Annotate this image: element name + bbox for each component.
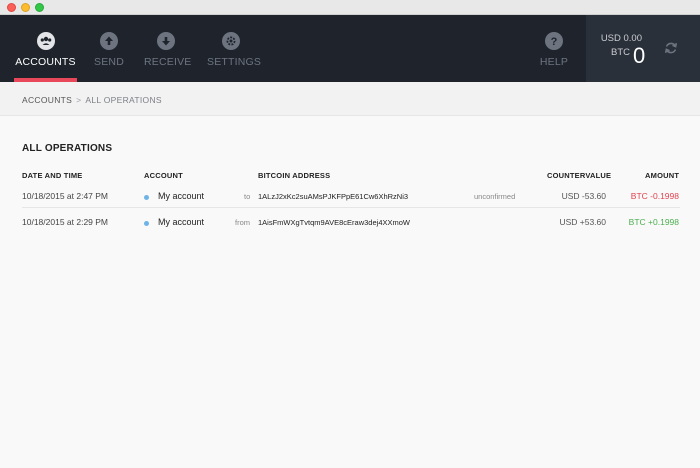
operation-amount: BTC -0.1998 <box>630 191 679 201</box>
nav-item-settings[interactable]: SETTINGS <box>207 15 262 82</box>
operation-address: 1AisFmWXgTvtqm9AVE8cEraw3dej4XXmoW <box>258 218 410 227</box>
nav-item-accounts[interactable]: ACCOUNTS <box>14 15 77 82</box>
column-header-date: DATE AND TIME <box>22 171 83 180</box>
accounts-icon <box>36 32 55 50</box>
operation-status: unconfirmed <box>474 192 516 201</box>
nav-label-accounts: ACCOUNTS <box>15 56 76 68</box>
nav-item-help[interactable]: ? HELP <box>538 15 570 82</box>
operation-direction: from <box>235 218 250 227</box>
send-arrow-up-icon <box>100 32 118 50</box>
operation-countervalue: USD -53.60 <box>561 191 606 201</box>
account-color-dot <box>144 221 149 226</box>
operation-direction: to <box>244 192 251 201</box>
sync-refresh-icon[interactable] <box>662 39 680 57</box>
nav-label-settings: SETTINGS <box>207 56 262 68</box>
breadcrumb-current: ALL OPERATIONS <box>85 95 162 105</box>
column-header-account: ACCOUNT <box>144 171 183 180</box>
operation-account[interactable]: My account <box>158 217 204 227</box>
operation-account[interactable]: My account <box>158 191 204 201</box>
table-row[interactable]: 10/18/2015 at 2:29 PM My account from 1A… <box>22 210 680 234</box>
window-minimize-button[interactable] <box>21 3 30 12</box>
nav-label-receive: RECEIVE <box>144 56 192 68</box>
operation-address: 1ALzJ2xKc2suAMsPJKFPpE61Cw6XhRzNi3 <box>258 192 409 201</box>
column-header-countervalue: COUNTERVALUE <box>547 171 612 180</box>
balance-panel: USD 0.00 BTC 0 <box>586 15 700 82</box>
operation-date: 10/18/2015 at 2:47 PM <box>22 191 109 201</box>
operation-countervalue: USD +53.60 <box>559 217 606 227</box>
breadcrumb-separator: > <box>76 95 82 105</box>
nav-item-send[interactable]: SEND <box>89 15 129 82</box>
help-question-icon: ? <box>545 32 563 50</box>
nav-label-send: SEND <box>94 56 124 68</box>
breadcrumb-bar: ACCOUNTS > ALL OPERATIONS <box>0 82 700 116</box>
table-row[interactable]: 10/18/2015 at 2:47 PM My account to 1ALz… <box>22 184 680 208</box>
operation-date: 10/18/2015 at 2:29 PM <box>22 217 109 227</box>
window-maximize-button[interactable] <box>35 3 44 12</box>
gear-icon <box>222 32 240 50</box>
account-color-dot <box>144 195 149 200</box>
window-titlebar <box>0 0 700 15</box>
balance-btc-label: BTC <box>611 47 630 58</box>
nav-label-help: HELP <box>539 56 569 68</box>
balance-btc-value: 0 <box>633 43 646 68</box>
receive-arrow-down-icon <box>157 32 175 50</box>
nav-item-receive[interactable]: RECEIVE <box>144 15 192 82</box>
column-header-amount: AMOUNT <box>645 171 680 180</box>
svg-text:?: ? <box>551 36 558 48</box>
breadcrumb: ACCOUNTS > ALL OPERATIONS <box>22 95 162 105</box>
breadcrumb-accounts-link[interactable]: ACCOUNTS <box>22 95 72 105</box>
column-header-address: BITCOIN ADDRESS <box>258 171 331 180</box>
operation-amount: BTC +0.1998 <box>628 217 679 227</box>
window-close-button[interactable] <box>7 3 16 12</box>
page-title: ALL OPERATIONS <box>22 143 113 154</box>
